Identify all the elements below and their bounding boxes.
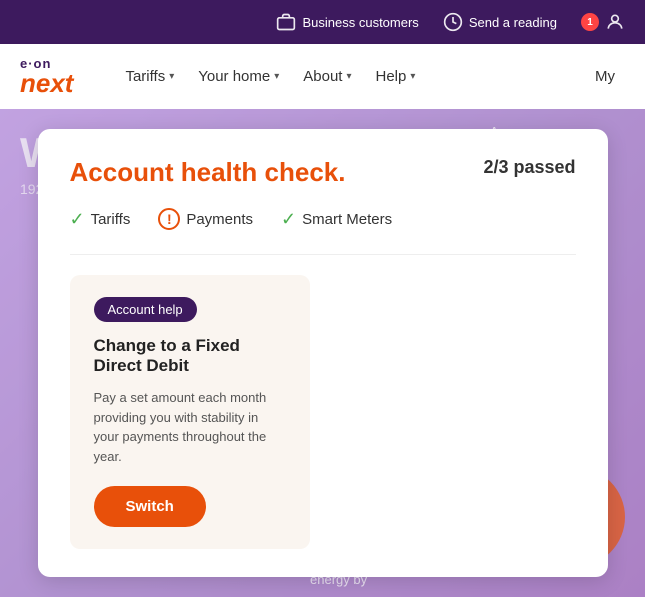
send-reading-label: Send a reading: [469, 15, 557, 30]
account-icon: [605, 12, 625, 32]
notification-link[interactable]: 1: [581, 12, 625, 32]
check-smart-meters-label: Smart Meters: [302, 211, 392, 228]
top-bar: Business customers Send a reading 1: [0, 0, 645, 44]
check-smart-meters: ✓ Smart Meters: [281, 209, 392, 230]
chevron-down-icon: ▾: [274, 71, 279, 82]
business-customers-link[interactable]: Business customers: [276, 12, 418, 32]
nav-my[interactable]: My: [585, 62, 625, 91]
check-tariffs: ✓ Tariffs: [70, 209, 131, 230]
notification-badge: 1: [581, 13, 599, 31]
card-title: Change to a Fixed Direct Debit: [94, 336, 286, 376]
help-card: Account help Change to a Fixed Direct De…: [70, 275, 310, 549]
business-label: Business customers: [302, 15, 418, 30]
modal-title: Account health check.: [70, 157, 346, 188]
modal-overlay: Account health check. 2/3 passed ✓ Tarif…: [0, 109, 645, 597]
check-payments-label: Payments: [186, 211, 253, 228]
nav-items: Tariffs ▾ Your home ▾ About ▾ Help ▾ My: [115, 62, 625, 91]
health-check-modal: Account health check. 2/3 passed ✓ Tarif…: [38, 129, 608, 577]
nav-help[interactable]: Help ▾: [366, 62, 426, 91]
chevron-down-icon: ▾: [410, 71, 415, 82]
nav-bar: e·on next Tariffs ▾ Your home ▾ About ▾ …: [0, 44, 645, 109]
briefcase-icon: [276, 12, 296, 32]
chevron-down-icon: ▾: [346, 71, 351, 82]
check-tariffs-label: Tariffs: [91, 211, 131, 228]
modal-divider: [70, 254, 576, 255]
logo-next: next: [20, 70, 73, 96]
send-reading-link[interactable]: Send a reading: [443, 12, 557, 32]
logo[interactable]: e·on next: [20, 57, 73, 96]
account-help-badge: Account help: [94, 297, 197, 322]
switch-button[interactable]: Switch: [94, 486, 206, 527]
nav-your-home[interactable]: Your home ▾: [188, 62, 289, 91]
check-payments: ! Payments: [158, 208, 253, 230]
checkmark-icon: ✓: [281, 209, 296, 230]
checkmark-icon: ✓: [70, 209, 85, 230]
nav-about[interactable]: About ▾: [293, 62, 361, 91]
modal-checks: ✓ Tariffs ! Payments ✓ Smart Meters: [70, 208, 576, 230]
card-description: Pay a set amount each month providing yo…: [94, 388, 286, 466]
nav-tariffs[interactable]: Tariffs ▾: [115, 62, 184, 91]
meter-icon: [443, 12, 463, 32]
modal-header: Account health check. 2/3 passed: [70, 157, 576, 188]
chevron-down-icon: ▾: [169, 71, 174, 82]
modal-score: 2/3 passed: [483, 157, 575, 178]
warning-icon: !: [158, 208, 180, 230]
